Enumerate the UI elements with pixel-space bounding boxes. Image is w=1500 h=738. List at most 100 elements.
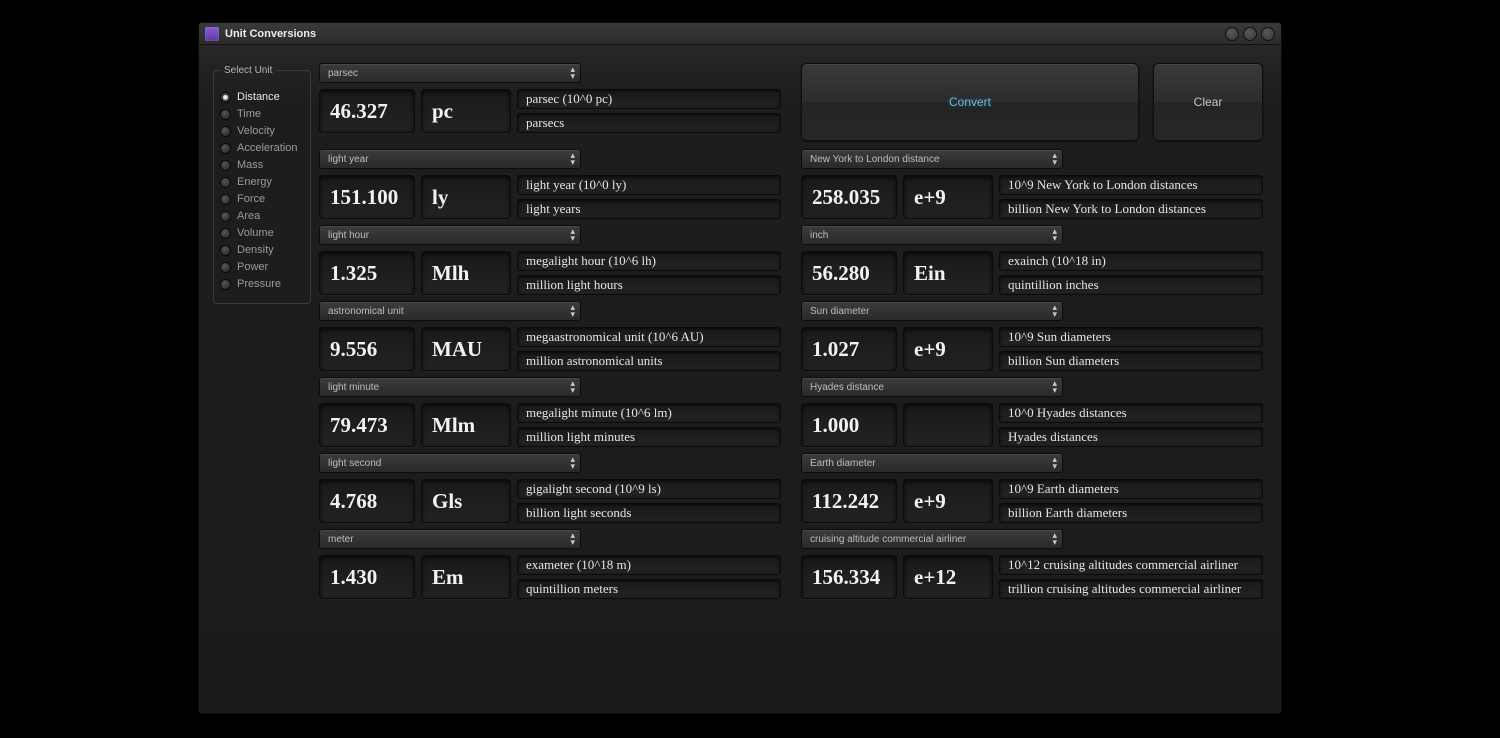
clear-button[interactable]: Clear [1153, 63, 1263, 141]
unit-category-legend: Select Unit [220, 65, 276, 76]
chevron-updown-icon: ▴▾ [570, 532, 575, 546]
unit-select[interactable]: inch▴▾ [801, 225, 1063, 245]
unit-select[interactable]: Hyades distance ▴▾ [801, 377, 1063, 397]
chevron-updown-icon: ▴▾ [1052, 304, 1057, 318]
unit-category-radio[interactable]: Time [220, 108, 306, 120]
unit-select-label: astronomical unit [328, 306, 404, 317]
minimize-button[interactable] [1225, 27, 1239, 41]
unit-block: light hour▴▾1.325Mlhmegalight hour (10^6… [319, 225, 781, 295]
radio-label: Time [237, 108, 261, 120]
unit-abbr: Em [421, 555, 511, 599]
unit-select[interactable]: parsec ▴▾ [319, 63, 581, 83]
unit-block: light year▴▾151.100lylight year (10^0 ly… [319, 149, 781, 219]
unit-abbr: e+9 [903, 479, 993, 523]
unit-desc-words: billion Earth diameters [999, 503, 1263, 523]
close-button[interactable] [1261, 27, 1275, 41]
radio-icon [220, 194, 231, 205]
unit-desc-long: exameter (10^18 m) [517, 555, 781, 575]
radio-icon [220, 92, 231, 103]
radio-label: Area [237, 210, 260, 222]
unit-select-label: Hyades distance [810, 382, 884, 393]
unit-category-radio[interactable]: Acceleration [220, 142, 306, 154]
unit-desc-long: megaastronomical unit (10^6 AU) [517, 327, 781, 347]
radio-icon [220, 160, 231, 171]
value-input[interactable]: 46.327 [319, 89, 415, 133]
unit-block: New York to London distance▴▾258.035e+91… [801, 149, 1263, 219]
unit-block: Hyades distance ▴▾ 1.000 10^0 Hyades distan… [801, 377, 1263, 447]
unit-select[interactable]: light year▴▾ [319, 149, 581, 169]
radio-label: Velocity [237, 125, 275, 137]
unit-select-label: inch [810, 230, 828, 241]
unit-category-group: Select Unit Distance Time Velocity Accelera… [213, 65, 311, 304]
unit-desc-words: million astronomical units [517, 351, 781, 371]
unit-select-label: light year [328, 154, 369, 165]
chevron-updown-icon: ▴▾ [570, 66, 575, 80]
unit-block: parsec ▴▾ 46.327 pc parsec (10^0 pc) par… [319, 63, 781, 133]
unit-category-radio[interactable]: Power [220, 261, 306, 273]
value-display: 4.768 [319, 479, 415, 523]
radio-icon [220, 211, 231, 222]
unit-category-radio[interactable]: Pressure [220, 278, 306, 290]
value-display: 56.280 [801, 251, 897, 295]
unit-category-radio[interactable]: Volume [220, 227, 306, 239]
unit-desc-words: billion Sun diameters [999, 351, 1263, 371]
unit-select-label: light minute [328, 382, 379, 393]
unit-abbr: MAU [421, 327, 511, 371]
value-display: 1.325 [319, 251, 415, 295]
chevron-updown-icon: ▴▾ [1052, 152, 1057, 166]
unit-category-radio[interactable]: Area [220, 210, 306, 222]
unit-select[interactable]: Earth diameter▴▾ [801, 453, 1063, 473]
unit-select[interactable]: meter▴▾ [319, 529, 581, 549]
unit-desc-words: trillion cruising altitudes commercial a… [999, 579, 1263, 599]
chevron-updown-icon: ▴▾ [570, 380, 575, 394]
unit-desc-long: exainch (10^18 in) [999, 251, 1263, 271]
radio-label: Power [237, 261, 268, 273]
radio-icon [220, 279, 231, 290]
unit-desc-long: 10^0 Hyades distances [999, 403, 1263, 423]
maximize-button[interactable] [1243, 27, 1257, 41]
radio-icon [220, 245, 231, 256]
unit-category-radio[interactable]: Velocity [220, 125, 306, 137]
chevron-updown-icon: ▴▾ [570, 304, 575, 318]
unit-abbr: pc [421, 89, 511, 133]
radio-icon [220, 109, 231, 120]
unit-abbr: e+9 [903, 175, 993, 219]
chevron-updown-icon: ▴▾ [570, 456, 575, 470]
unit-select[interactable]: astronomical unit ▴▾ [319, 301, 581, 321]
unit-abbr: Mlm [421, 403, 511, 447]
unit-desc-long: 10^12 cruising altitudes commercial airl… [999, 555, 1263, 575]
unit-select-label: New York to London distance [810, 154, 940, 165]
unit-block: cruising altitude commercial airliner ▴▾ 1… [801, 529, 1263, 599]
unit-desc-words: quintillion meters [517, 579, 781, 599]
radio-icon [220, 228, 231, 239]
unit-abbr: e+12 [903, 555, 993, 599]
chevron-updown-icon: ▴▾ [1052, 532, 1057, 546]
unit-desc-words: million light minutes [517, 427, 781, 447]
convert-button-label: Convert [949, 95, 991, 109]
value-display: 1.000 [801, 403, 897, 447]
unit-category-radio[interactable]: Force [220, 193, 306, 205]
unit-select-label: light hour [328, 230, 369, 241]
app-icon [205, 27, 219, 41]
unit-select[interactable]: light minute ▴▾ [319, 377, 581, 397]
unit-block: Sun diameter▴▾1.027e+910^9 Sun diameters… [801, 301, 1263, 371]
unit-block: meter▴▾ 1.430Em exameter (10^18 m) quintill… [319, 529, 781, 599]
unit-select[interactable]: cruising altitude commercial airliner ▴▾ [801, 529, 1063, 549]
value-display: 1.027 [801, 327, 897, 371]
unit-select-label: cruising altitude commercial airliner [810, 534, 966, 545]
unit-category-radio[interactable]: Density [220, 244, 306, 256]
unit-desc-long: megalight minute (10^6 lm) [517, 403, 781, 423]
unit-category-radio[interactable]: Distance [220, 91, 306, 103]
unit-select[interactable]: New York to London distance ▴▾ [801, 149, 1063, 169]
unit-block: Earth diameter▴▾112.242e+910^9 Earth dia… [801, 453, 1263, 523]
unit-select[interactable]: light second▴▾ [319, 453, 581, 473]
unit-block: inch▴▾56.280Einexainch (10^18 in)quintil… [801, 225, 1263, 295]
convert-button[interactable]: Convert [801, 63, 1139, 141]
unit-select[interactable]: light hour▴▾ [319, 225, 581, 245]
unit-select[interactable]: Sun diameter▴▾ [801, 301, 1063, 321]
radio-icon [220, 126, 231, 137]
unit-category-radio[interactable]: Energy [220, 176, 306, 188]
chevron-updown-icon: ▴▾ [1052, 380, 1057, 394]
unit-category-radio[interactable]: Mass [220, 159, 306, 171]
value-display: 1.430 [319, 555, 415, 599]
